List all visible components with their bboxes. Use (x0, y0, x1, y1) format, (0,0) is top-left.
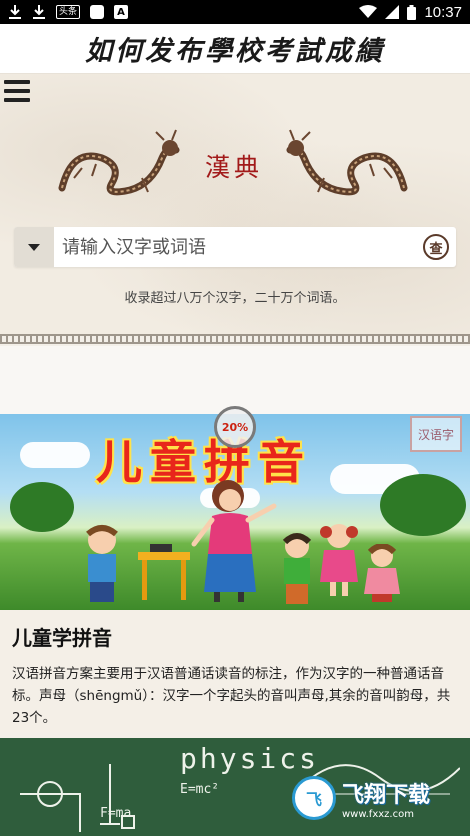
search-mode-dropdown[interactable] (14, 227, 54, 267)
status-bar: 头条 A 10:37 (0, 0, 470, 24)
card-title: 儿童学拼音 (12, 626, 112, 650)
square-icon (90, 5, 105, 19)
watermark-logo-icon: 飞 (292, 776, 336, 820)
stamp-badge: 汉语字 (410, 416, 462, 452)
spacer (0, 346, 470, 414)
hamburger-menu-icon[interactable] (4, 80, 30, 102)
search-button[interactable]: 查 (416, 227, 456, 267)
boy-illustration (86, 525, 118, 602)
download-icon (32, 4, 46, 20)
teacher-illustration (191, 480, 277, 602)
dragon-right-icon (286, 129, 408, 196)
girl-illustration (320, 524, 358, 596)
watermark-title: 飞翔下载 (342, 782, 431, 808)
wifi-icon (359, 4, 378, 20)
a-icon: A (114, 5, 129, 19)
battery-icon (407, 4, 417, 20)
girl2-illustration (364, 544, 400, 602)
search-input[interactable] (54, 236, 416, 258)
formula-text: E=mc² (180, 782, 220, 797)
chalk-diagram-icon (20, 764, 135, 832)
clock: 10:37 (424, 3, 462, 21)
boy2-illustration (282, 533, 312, 604)
logo-text: 漢典 (204, 153, 263, 182)
search-cha-icon: 查 (423, 234, 449, 260)
toutiao-icon: 头条 (56, 5, 81, 19)
app-title-bar: 如何发布學校考試成績 (0, 24, 470, 74)
dragon-left-icon (58, 129, 180, 196)
card-pinyin[interactable]: 儿童学拼音 汉语拼音方案主要用于汉语普通话读音的标注，作为汉字的一种普通话音标。… (0, 610, 470, 732)
search-bar: 查 (14, 227, 456, 267)
dictionary-header: 漢典 查 收录超过八万个汉字，二十万个词语。 (0, 74, 470, 336)
watermark: 飞 飞翔下载 www.fxxz.com (292, 772, 452, 824)
download-icon (8, 4, 22, 20)
card2-image-title: physics (180, 742, 320, 775)
fret-border-divider (0, 334, 470, 344)
dictionary-stats-note: 收录超过八万个汉字，二十万个词语。 (124, 291, 346, 306)
progress-badge: 20% (214, 406, 256, 448)
page-title: 如何发布學校考試成績 (85, 36, 385, 67)
signal-icon (385, 4, 400, 20)
caret-down-icon (28, 243, 40, 251)
watermark-url: www.fxxz.com (342, 808, 414, 820)
desk-illustration (138, 544, 190, 600)
card-description: 汉语拼音方案主要用于汉语普通话读音的标注，作为汉字的一种普通话音标。声母（shē… (12, 666, 451, 726)
